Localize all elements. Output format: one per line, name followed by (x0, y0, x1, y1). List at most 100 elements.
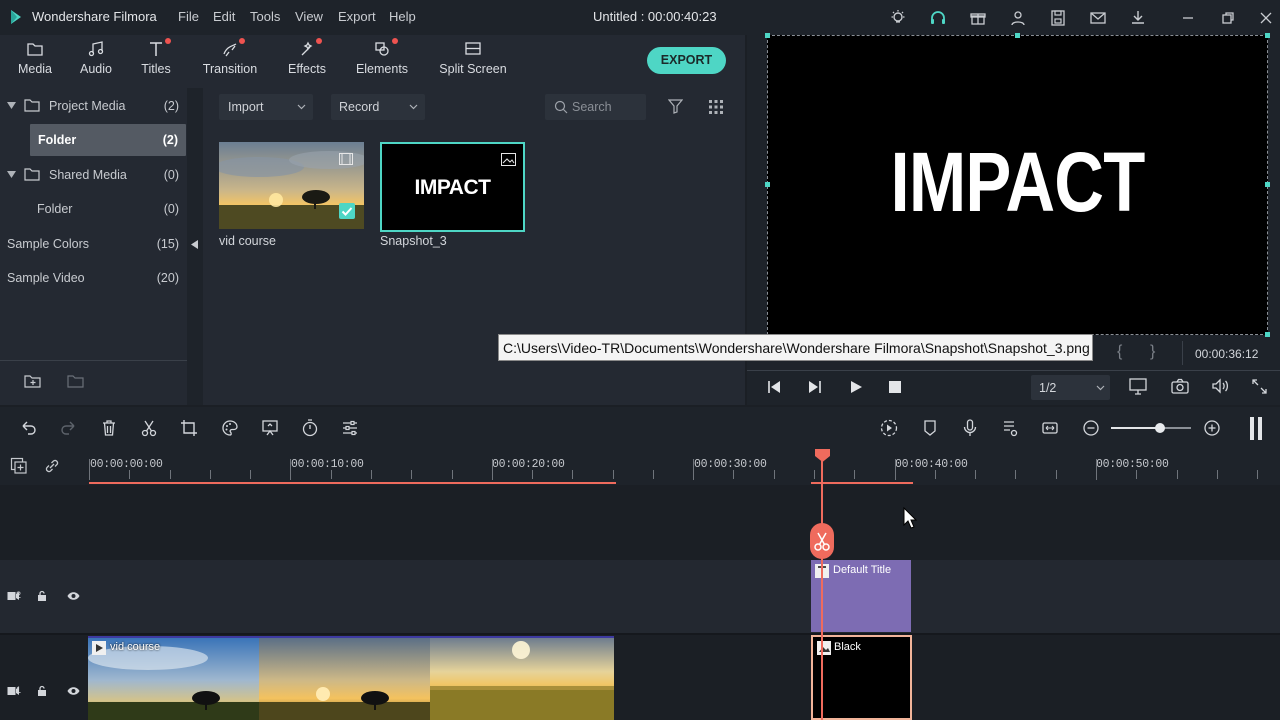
playhead-line[interactable] (821, 460, 823, 720)
new-folder-icon[interactable] (24, 373, 42, 389)
volume-icon[interactable] (1211, 378, 1229, 394)
transition-notification-dot (239, 38, 245, 44)
collapse-sidebar-arrow-icon[interactable] (191, 240, 198, 249)
color-palette-icon[interactable] (220, 418, 240, 438)
zoom-slider-handle[interactable] (1155, 423, 1165, 433)
resize-handle[interactable] (765, 33, 770, 38)
display-settings-icon[interactable] (1129, 378, 1147, 395)
quality-dropdown[interactable]: 1/2 (1031, 375, 1110, 400)
close-icon[interactable] (1256, 8, 1276, 28)
mark-in-brace[interactable]: { (1117, 343, 1122, 361)
tab-media[interactable]: Media (0, 40, 70, 76)
sidebar-item-shared-folder[interactable]: Folder (0) (0, 193, 187, 225)
delete-icon[interactable] (99, 418, 119, 438)
eye-icon[interactable] (67, 591, 80, 601)
title-clip[interactable]: Default Title (811, 560, 911, 632)
resize-handle[interactable] (1265, 332, 1270, 337)
lock-icon[interactable] (37, 685, 47, 697)
add-track-icon[interactable] (10, 457, 28, 475)
restore-icon[interactable] (1218, 8, 1238, 28)
zoom-out-icon[interactable] (1081, 418, 1101, 438)
next-frame-icon[interactable] (807, 380, 823, 394)
grid-view-icon[interactable] (709, 100, 723, 114)
marker-icon[interactable] (920, 418, 940, 438)
media-item-label: vid course (219, 234, 276, 248)
tab-split-screen[interactable]: Split Screen (432, 40, 514, 76)
mark-out-brace[interactable]: } (1150, 343, 1155, 361)
snapshot-camera-icon[interactable] (1171, 378, 1189, 394)
menu-view[interactable]: View (295, 9, 323, 24)
tab-effects[interactable]: Effects (272, 40, 342, 76)
divider (1182, 341, 1183, 365)
export-button[interactable]: EXPORT (647, 47, 726, 74)
timeline-ruler[interactable] (0, 450, 1280, 485)
menu-tools[interactable]: Tools (250, 9, 280, 24)
ruler-minor-tick (854, 470, 855, 479)
play-icon[interactable] (849, 380, 863, 394)
mail-icon[interactable] (1088, 8, 1108, 28)
green-screen-icon[interactable] (260, 418, 280, 438)
resize-handle[interactable] (1015, 33, 1020, 38)
speed-timer-icon[interactable] (300, 418, 320, 438)
resize-handle[interactable] (1265, 182, 1270, 187)
link-icon[interactable] (43, 457, 61, 475)
search-input[interactable]: Search (545, 94, 646, 120)
sidebar-item-project-media[interactable]: Project Media (2) (0, 90, 187, 122)
split-button[interactable] (810, 523, 834, 559)
sidebar-item-folder-selected[interactable]: Folder (2) (30, 124, 186, 156)
chevron-down-icon (1096, 385, 1105, 391)
filter-icon[interactable] (668, 99, 683, 114)
minimize-icon[interactable] (1178, 8, 1198, 28)
folder-outline-icon[interactable] (67, 373, 85, 389)
menu-edit[interactable]: Edit (213, 9, 235, 24)
user-icon[interactable] (1008, 8, 1028, 28)
download-icon[interactable] (1128, 8, 1148, 28)
empty-track-area (88, 485, 1280, 560)
record-dropdown[interactable]: Record (331, 94, 425, 120)
tab-transition[interactable]: Transition (195, 40, 265, 76)
headset-icon[interactable] (928, 8, 948, 28)
stop-icon[interactable] (889, 381, 901, 393)
resize-handle[interactable] (1265, 33, 1270, 38)
tab-titles[interactable]: Titles (121, 40, 191, 76)
ruler-major-tick (290, 459, 291, 480)
sidebar-item-label: Sample Video (7, 271, 85, 285)
media-thumb-vid-course[interactable] (219, 142, 364, 229)
crop-icon[interactable] (179, 418, 199, 438)
record-label: Record (339, 100, 380, 114)
lock-icon[interactable] (37, 590, 47, 602)
redo-icon[interactable] (58, 418, 78, 438)
fit-timeline-icon[interactable] (1040, 418, 1060, 438)
fullscreen-icon[interactable] (1252, 379, 1267, 394)
cut-icon[interactable] (139, 418, 159, 438)
sidebar-item-sample-colors[interactable]: Sample Colors (15) (0, 228, 187, 260)
menu-file[interactable]: File (178, 9, 199, 24)
import-dropdown[interactable]: Import (219, 94, 313, 120)
pause-bars-icon[interactable] (1248, 416, 1264, 441)
menu-export[interactable]: Export (338, 9, 376, 24)
sidebar-item-sample-video[interactable]: Sample Video (20) (0, 262, 187, 294)
black-clip[interactable]: Black (811, 635, 912, 720)
folder-icon (24, 168, 40, 181)
save-icon[interactable] (1048, 8, 1068, 28)
gift-icon[interactable] (968, 8, 988, 28)
render-bar-segment (811, 482, 913, 484)
render-preview-icon[interactable] (879, 418, 899, 438)
eye-icon[interactable] (67, 686, 80, 696)
video-clip[interactable]: vid course (88, 636, 614, 720)
tab-elements[interactable]: Elements (347, 40, 417, 76)
menu-help[interactable]: Help (389, 9, 416, 24)
media-thumb-snapshot[interactable]: IMPACT (380, 142, 525, 232)
adjust-sliders-icon[interactable] (340, 418, 360, 438)
audio-mixer-icon[interactable] (1000, 418, 1020, 438)
previous-frame-icon[interactable] (766, 380, 782, 394)
undo-icon[interactable] (19, 418, 39, 438)
preview-title-text[interactable]: IMPACT (812, 132, 1223, 232)
search-placeholder: Search (572, 100, 612, 114)
resize-handle[interactable] (765, 182, 770, 187)
microphone-icon[interactable] (960, 418, 980, 438)
zoom-in-icon[interactable] (1202, 418, 1222, 438)
ruler-minor-tick (653, 470, 654, 479)
sidebar-item-shared-media[interactable]: Shared Media (0) (0, 159, 187, 191)
lightbulb-icon[interactable] (888, 8, 908, 28)
